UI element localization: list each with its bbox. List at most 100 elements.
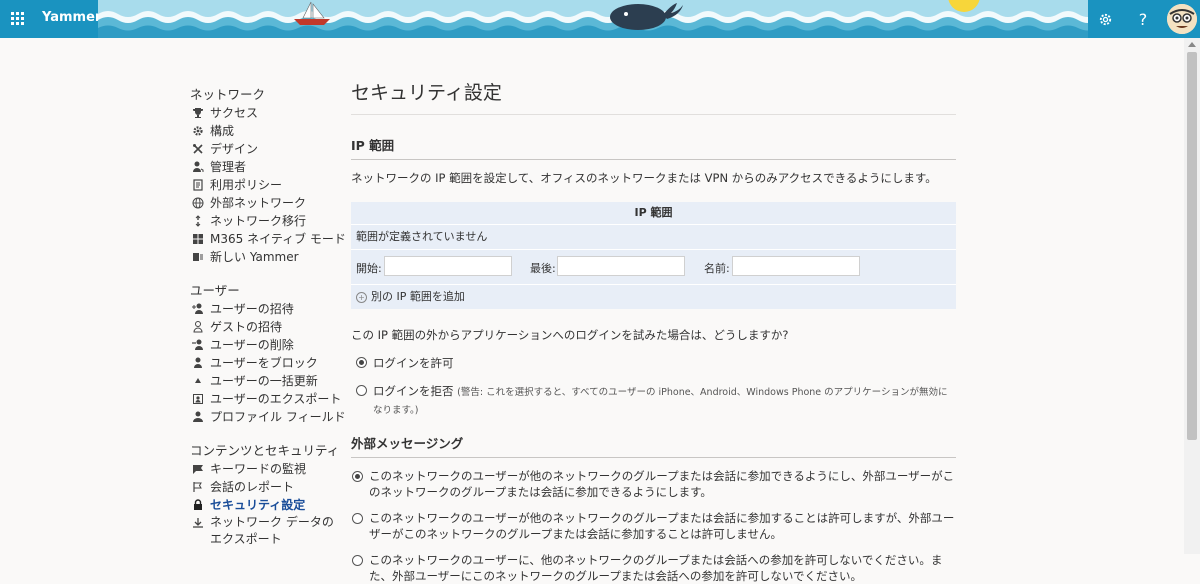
grid-icon [193, 234, 203, 244]
external-option-1-label: このネットワークのユーザーが他のネットワークのグループまたは会話に参加できるよう… [369, 469, 955, 499]
sidebar-item-label: サクセス [210, 106, 259, 120]
add-ip-range-label: 別の IP 範囲を追加 [371, 290, 465, 303]
sidebar-item-new-yammer[interactable]: 新しい Yammer [190, 248, 340, 266]
deny-login-warning: (警告: これを選択すると、すべてのユーザーの iPhone、Android、W… [373, 387, 948, 416]
admin-icon [193, 161, 204, 172]
ip-start-input[interactable] [384, 256, 512, 276]
login-question: この IP 範囲の外からアプリケーションへのログインを試みた場合は、どうしますか… [351, 328, 789, 342]
yammer-icon [193, 253, 203, 261]
external-option-2[interactable]: このネットワークのユーザーが他のネットワークのグループまたは会話に参加することは… [351, 510, 956, 542]
add-user-icon [192, 303, 203, 314]
deny-login-label: ログインを拒否 [373, 384, 454, 398]
add-circle-icon: + [356, 291, 367, 303]
sidebar-item-label: ユーザーの招待 [210, 302, 294, 316]
sidebar-section-content-security: コンテンツとセキュリティ [190, 443, 340, 458]
ip-range-table-header: IP 範囲 [351, 202, 956, 225]
sidebar-item-label: 新しい Yammer [210, 250, 299, 264]
external-option-2-radio[interactable] [352, 513, 363, 524]
sidebar-item-profile-fields[interactable]: プロファイル フィールド [190, 408, 346, 426]
report-flag-icon [193, 482, 202, 492]
avatar[interactable] [1167, 4, 1197, 34]
vertical-scrollbar[interactable] [1184, 38, 1200, 554]
sidebar-item-conversation-reports[interactable]: 会話のレポート [190, 478, 340, 496]
gear-icon [193, 126, 203, 136]
sidebar-item-label: ユーザーの削除 [210, 338, 294, 352]
header-actions: ? [1088, 0, 1200, 38]
sidebar-item-configuration[interactable]: 構成 [190, 122, 340, 140]
sidebar-item-export-network-data[interactable]: ネットワーク データのエクスポート [190, 514, 340, 548]
sidebar-item-invite-guests[interactable]: ゲストの招待 [190, 318, 340, 336]
guest-icon [193, 321, 203, 333]
external-option-2-label: このネットワークのユーザーが他のネットワークのグループまたは会話に参加することは… [369, 511, 955, 541]
sidebar-item-invite-users[interactable]: ユーザーの招待 [190, 300, 340, 318]
ip-name-input[interactable] [732, 256, 860, 276]
scrollbar-thumb[interactable] [1187, 52, 1197, 440]
sidebar-item-label: デザイン [210, 142, 259, 156]
top-bar: Yammer ? [0, 0, 1200, 38]
sidebar-item-label: 利用ポリシー [210, 178, 283, 192]
header-sea-illustration [98, 0, 1088, 38]
sidebar-item-label: 管理者 [210, 160, 247, 174]
ip-range-table: IP 範囲 範囲が定義されていません 開始: 最後: 名前: + 別の IP 範囲… [351, 202, 956, 309]
sidebar-item-usage-policy[interactable]: 利用ポリシー [190, 176, 340, 194]
bulk-update-icon [194, 378, 202, 385]
sidebar-item-admins[interactable]: 管理者 [190, 158, 340, 176]
external-option-1[interactable]: このネットワークのユーザーが他のネットワークのグループまたは会話に参加できるよう… [351, 468, 956, 500]
sidebar-item-label: ゲストの招待 [210, 320, 283, 334]
flag-icon [193, 465, 203, 474]
export-user-icon [193, 394, 203, 404]
ip-range-heading: IP 範囲 [351, 135, 956, 160]
app-name[interactable]: Yammer [42, 10, 101, 25]
deny-login-option[interactable]: ログインを拒否 (警告: これを選択すると、すべてのユーザーの iPhone、A… [351, 383, 956, 419]
external-option-3[interactable]: このネットワークのユーザーに、他のネットワークのグループまたは会話への参加を許可… [351, 552, 956, 584]
ip-range-input-row: 開始: 最後: 名前: [351, 250, 956, 285]
document-icon [193, 179, 203, 191]
external-messaging-heading: 外部メッセージング [351, 433, 956, 458]
tools-icon [193, 144, 203, 154]
help-icon[interactable]: ? [1124, 0, 1162, 38]
allow-login-option[interactable]: ログインを許可 [351, 355, 956, 371]
brand-area: Yammer [0, 0, 101, 38]
profile-icon [193, 411, 203, 422]
download-icon [193, 518, 203, 528]
end-label: 最後: [530, 262, 556, 275]
admin-sidebar: ネットワーク サクセス 構成 デザイン 管理者 利用ポリシー 外部ネットワーク … [190, 86, 346, 548]
external-option-1-radio[interactable] [352, 471, 363, 482]
start-label: 開始: [356, 262, 382, 275]
sidebar-item-external-networks[interactable]: 外部ネットワーク [190, 194, 340, 212]
ip-end-input[interactable] [557, 256, 685, 276]
sidebar-item-label: 会話のレポート [210, 480, 295, 494]
sidebar-item-label: ユーザーの一括更新 [210, 374, 318, 388]
sidebar-item-export-users[interactable]: ユーザーのエクスポート [190, 390, 341, 408]
scroll-up-arrow-icon[interactable] [1188, 42, 1196, 47]
allow-login-radio[interactable] [356, 357, 367, 368]
sidebar-item-label: キーワードの監視 [210, 462, 307, 476]
sidebar-item-security-settings[interactable]: セキュリティ設定 [190, 496, 340, 514]
waffle-icon[interactable] [11, 12, 25, 26]
sidebar-item-m365-native-mode[interactable]: M365 ネイティブ モード [190, 230, 346, 248]
sidebar-section-network: ネットワーク [190, 87, 266, 102]
deny-login-radio[interactable] [356, 385, 367, 396]
sidebar-item-label: 構成 [210, 124, 235, 138]
sidebar-item-block-users[interactable]: ユーザーをブロック [190, 354, 340, 372]
sidebar-item-bulk-update-users[interactable]: ユーザーの一括更新 [190, 372, 340, 390]
gear-icon[interactable] [1086, 0, 1124, 38]
sidebar-item-label: ユーザーをブロック [210, 356, 318, 370]
sidebar-item-success[interactable]: サクセス [190, 104, 340, 122]
lock-icon [194, 499, 202, 510]
sidebar-item-network-migration[interactable]: ネットワーク移行 [190, 212, 340, 230]
sidebar-item-label: 外部ネットワーク [210, 196, 307, 210]
sidebar-item-remove-users[interactable]: ユーザーの削除 [190, 336, 340, 354]
trophy-icon [193, 108, 203, 118]
sidebar-item-label: ネットワーク データのエクスポート [210, 515, 334, 546]
main-content: セキュリティ設定 IP 範囲 ネットワークの IP 範囲を設定して、オフィスのネ… [351, 78, 956, 584]
migrate-icon [195, 215, 201, 227]
sidebar-item-keyword-monitoring[interactable]: キーワードの監視 [190, 460, 340, 478]
sidebar-section-users: ユーザー [190, 283, 240, 298]
ip-range-empty-text: 範囲が定義されていません [351, 225, 956, 250]
add-ip-range-link[interactable]: + 別の IP 範囲を追加 [351, 285, 956, 309]
external-option-3-radio[interactable] [352, 555, 363, 566]
external-option-3-label: このネットワークのユーザーに、他のネットワークのグループまたは会話への参加を許可… [369, 553, 943, 583]
sidebar-item-label: M365 ネイティブ モード [210, 232, 346, 246]
sidebar-item-design[interactable]: デザイン [190, 140, 340, 158]
